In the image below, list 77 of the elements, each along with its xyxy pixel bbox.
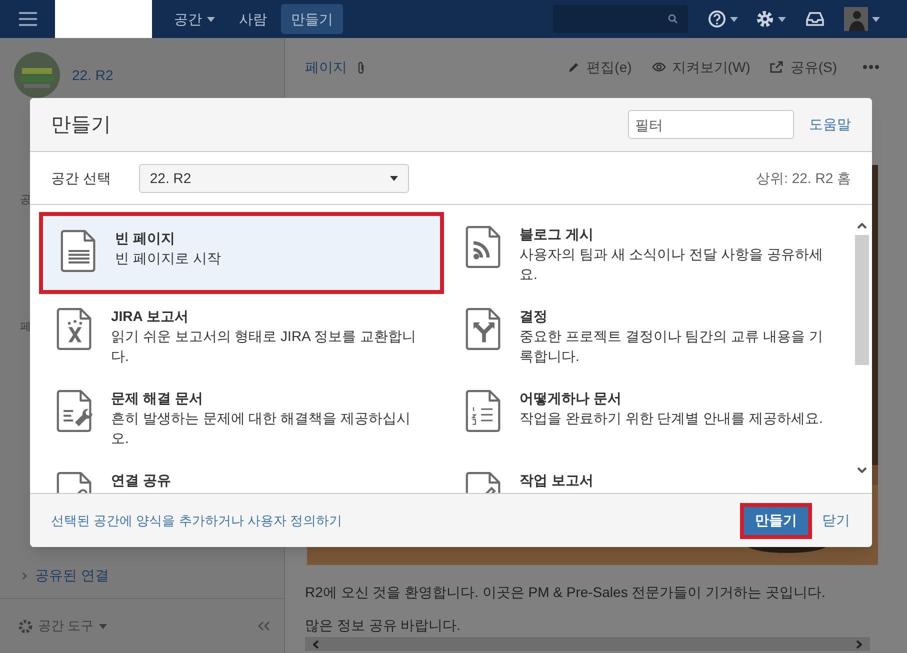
close-link[interactable]: 닫기 [822, 510, 850, 531]
space-select[interactable]: 22. R2 [138, 164, 409, 192]
menu-icon[interactable] [19, 12, 37, 26]
template-description: 빈 페이지로 시작 [115, 249, 221, 268]
page-action[interactable]: 편집(e) [566, 56, 632, 78]
page-tab[interactable]: 페이지 [305, 56, 347, 78]
horizontal-scrollbar[interactable] [305, 637, 870, 651]
attachment-icon[interactable] [357, 60, 365, 74]
template-item[interactable]: 결정 중요한 프로젝트 결정이나 팀간의 교류 내용을 기록합니다. [448, 294, 852, 376]
inbox-icon[interactable] [806, 12, 824, 26]
document-icon [56, 305, 94, 353]
eye-icon [652, 61, 666, 73]
settings-icon[interactable] [756, 10, 774, 28]
help-icon[interactable] [708, 10, 726, 28]
caret-icon [390, 176, 398, 180]
scroll-up-icon[interactable] [857, 223, 867, 229]
share-icon [770, 61, 784, 73]
filter-field[interactable]: 필터 [628, 110, 794, 139]
page-action[interactable]: 공유(S) [770, 56, 837, 78]
sidebar-heading: 공 [20, 193, 31, 208]
document-icon [56, 387, 94, 435]
template-description: 읽기 쉬운 보고서의 형태로 JIRA 정보를 교환합니다. [111, 327, 417, 366]
template-title: 작업 보고서 [520, 471, 594, 490]
help-link[interactable]: 도움말 [809, 114, 851, 135]
template-description: 사용자의 팀과 새 소식이나 전달 사항을 공유하세요. [520, 245, 824, 284]
search-field[interactable] [553, 5, 688, 33]
collapse-icon[interactable] [258, 621, 270, 631]
sidebar-link[interactable]: 공유된 연결 [35, 565, 109, 586]
template-title: 블로그 게시 [520, 225, 594, 244]
document-icon [464, 223, 502, 271]
space-select-label: 공간 선택 [51, 168, 111, 188]
parent-page-label: 상위: 22. R2 홈 [756, 168, 851, 188]
template-title: 어떻게하나 문서 [520, 389, 622, 408]
search-icon [668, 14, 678, 24]
template-item[interactable]: 작업 보고서 [448, 458, 852, 493]
scroll-down-icon[interactable] [857, 467, 867, 473]
document-icon [464, 305, 502, 353]
caret-icon [872, 16, 880, 22]
body-text: 많은 정보 공유 바랍니다. [305, 616, 462, 635]
sidebar-heading: 페 [20, 320, 31, 334]
create-button[interactable]: 만들기 [740, 502, 812, 538]
scroll-left-icon[interactable] [313, 640, 319, 648]
caret-icon [778, 16, 786, 22]
nav-item[interactable]: 공간 [164, 4, 225, 34]
scroll-right-icon[interactable] [856, 640, 862, 648]
template-description: 작업을 완료하기 위한 단계별 안내를 제공하세요. [520, 409, 823, 428]
template-item[interactable]: 문제 해결 문서 흔히 발생하는 문제에 대한 해결책을 제공하십시오. [39, 376, 444, 458]
dialog-title: 만들기 [51, 112, 111, 138]
nav-item[interactable]: 사람 [229, 4, 277, 34]
document-icon [60, 227, 98, 275]
template-title: 문제 해결 문서 [111, 389, 204, 408]
caret-icon [98, 624, 107, 628]
page-action[interactable]: 지켜보기(W) [652, 56, 750, 78]
template-item[interactable]: 어떻게하나 문서 작업을 완료하기 위한 단계별 안내를 제공하세요. [448, 376, 852, 458]
avatar-icon[interactable] [844, 7, 868, 31]
template-description: 중요한 프로젝트 결정이나 팀간의 교류 내용을 기록합니다. [520, 327, 824, 366]
template-item[interactable]: 빈 페이지 빈 페이지로 시작 [39, 212, 444, 294]
space-name[interactable]: 22. R2 [72, 64, 114, 86]
template-description: 흔히 발생하는 문제에 대한 해결책을 제공하십시오. [111, 409, 412, 448]
caret-icon [730, 16, 738, 22]
template-item[interactable]: JIRA 보고서 읽기 쉬운 보고서의 형태로 JIRA 정보를 교환합니다. [39, 294, 444, 376]
template-title: 결정 [520, 307, 548, 326]
pencil-icon [566, 61, 581, 73]
template-title: 연결 공유 [111, 471, 171, 490]
nav-item[interactable]: 만들기 [281, 4, 343, 34]
template-title: 빈 페이지 [115, 229, 176, 248]
more-icon[interactable] [863, 65, 879, 69]
customize-templates-link[interactable]: 선택된 공간에 양식을 추가하거나 사용자 정의하기 [51, 510, 342, 530]
chevron-right-icon [22, 572, 27, 580]
template-title: JIRA 보고서 [111, 307, 190, 326]
template-item[interactable]: 연결 공유 [39, 458, 444, 493]
document-icon [464, 387, 502, 435]
template-item[interactable]: 블로그 게시 사용자의 팀과 새 소식이나 전달 사항을 공유하세요. [448, 212, 852, 294]
gear-icon [18, 618, 33, 634]
space-logo [14, 52, 60, 98]
scrollbar-thumb[interactable] [855, 235, 869, 365]
welcome-text: R2에 오신 것을 환영합니다. 이곳은 PM & Pre-Sales 전문가들이 기거하는 곳입니다. [305, 583, 826, 602]
